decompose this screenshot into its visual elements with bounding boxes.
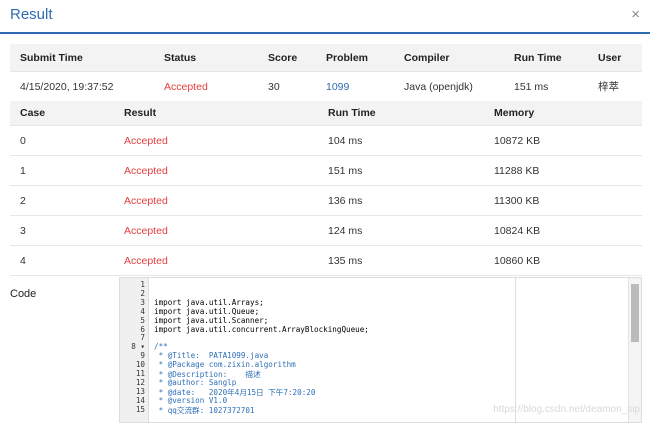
case-memory: 11288 KB bbox=[484, 155, 642, 186]
case-run-time: 136 ms bbox=[318, 185, 484, 216]
submission-header-row: Submit Time Status Score Problem Compile… bbox=[10, 44, 642, 72]
case-run-time: 135 ms bbox=[318, 245, 484, 276]
line-number: 13 bbox=[135, 386, 145, 396]
line-number: 14 bbox=[135, 395, 145, 405]
case-id: 1 bbox=[10, 155, 114, 186]
compiler: Java (openjdk) bbox=[394, 71, 504, 102]
code-line: * @version V1.0 bbox=[154, 395, 228, 405]
case-run-time: 151 ms bbox=[318, 155, 484, 186]
code-line: * @Title: PATA1099.java bbox=[154, 351, 269, 361]
case-id: 4 bbox=[10, 245, 114, 276]
table-row: 2 Accepted 136 ms 11300 KB bbox=[10, 185, 642, 216]
table-row: 4 Accepted 135 ms 10860 KB bbox=[10, 245, 642, 276]
line-number: 3 bbox=[140, 297, 145, 307]
case-result: Accepted bbox=[114, 125, 318, 156]
table-row: 1 Accepted 151 ms 11288 KB bbox=[10, 155, 642, 186]
line-number-gutter: 12345678 ▾ 9 10 11 12 13 14 15 bbox=[120, 278, 149, 422]
code-label: Code bbox=[10, 288, 37, 300]
line-number: 9 bbox=[140, 351, 145, 361]
line-number: 2 bbox=[140, 288, 145, 298]
case-run-time: 124 ms bbox=[318, 215, 484, 246]
code-line: import java.util.Arrays; bbox=[154, 297, 264, 307]
case-run-time: 104 ms bbox=[318, 125, 484, 156]
line-number: 1 bbox=[140, 280, 145, 289]
code-line: import java.util.Queue; bbox=[154, 306, 260, 316]
line-number: 10 bbox=[135, 360, 145, 370]
case-memory: 11300 KB bbox=[484, 185, 642, 216]
cases-table: Case Result Run Time Memory 0 Accepted 1… bbox=[10, 101, 642, 276]
header-case: Case bbox=[10, 101, 114, 126]
submission-row: 4/15/2020, 19:37:52 Accepted 30 1099 Jav… bbox=[10, 71, 642, 102]
code-line: import java.util.Scanner; bbox=[154, 315, 269, 325]
case-id: 0 bbox=[10, 125, 114, 156]
case-memory: 10824 KB bbox=[484, 215, 642, 246]
line-number: 5 bbox=[140, 315, 145, 325]
header-case-run-time: Run Time bbox=[318, 101, 484, 126]
score: 30 bbox=[258, 71, 316, 102]
header-result: Result bbox=[114, 101, 318, 126]
case-id: 3 bbox=[10, 215, 114, 246]
code-line: * @Package com.zixin.algorithm bbox=[154, 360, 296, 370]
table-row: 0 Accepted 104 ms 10872 KB bbox=[10, 125, 642, 156]
case-memory: 10860 KB bbox=[484, 245, 642, 276]
editor-scrollbar[interactable] bbox=[628, 278, 641, 422]
header-user: User bbox=[588, 44, 642, 72]
case-result: Accepted bbox=[114, 155, 318, 186]
dialog-header: Result × bbox=[0, 0, 650, 34]
case-memory: 10872 KB bbox=[484, 125, 642, 156]
dialog-title: Result bbox=[10, 6, 53, 23]
submission-table: Submit Time Status Score Problem Compile… bbox=[10, 44, 642, 102]
cases-header-row: Case Result Run Time Memory bbox=[10, 101, 642, 126]
table-row: 3 Accepted 124 ms 10824 KB bbox=[10, 215, 642, 246]
line-number: 8 ▾ bbox=[131, 342, 145, 352]
case-id: 2 bbox=[10, 185, 114, 216]
header-run-time: Run Time bbox=[504, 44, 588, 72]
case-result: Accepted bbox=[114, 215, 318, 246]
line-number: 4 bbox=[140, 306, 145, 316]
header-compiler: Compiler bbox=[394, 44, 504, 72]
case-result: Accepted bbox=[114, 245, 318, 276]
problem-link[interactable]: 1099 bbox=[316, 71, 394, 102]
code-editor[interactable]: 12345678 ▾ 9 10 11 12 13 14 15 import java.util… bbox=[119, 277, 642, 423]
header-problem: Problem bbox=[316, 44, 394, 72]
line-number: 15 bbox=[135, 404, 145, 414]
status-text: Accepted bbox=[154, 71, 258, 102]
scrollbar-thumb[interactable] bbox=[631, 284, 639, 342]
case-result: Accepted bbox=[114, 185, 318, 216]
line-number: 6 bbox=[140, 324, 145, 334]
watermark: https://blog.csdn.net/deamon_sip bbox=[493, 404, 640, 415]
print-margin bbox=[515, 278, 516, 422]
line-number: 11 bbox=[135, 369, 145, 378]
header-memory: Memory bbox=[484, 101, 642, 126]
line-number: 7 bbox=[140, 333, 145, 343]
run-time: 151 ms bbox=[504, 71, 588, 102]
code-line: /** bbox=[154, 342, 168, 352]
code-line: * @author: Sanglp bbox=[154, 377, 237, 387]
line-number: 12 bbox=[135, 377, 145, 387]
header-status: Status bbox=[154, 44, 258, 72]
code-line: import java.util.concurrent.ArrayBlockin… bbox=[154, 324, 369, 334]
close-icon[interactable]: × bbox=[631, 6, 640, 23]
code-line: * qq交流群: 1027372701 bbox=[154, 405, 255, 415]
user: 梓萃 bbox=[588, 71, 642, 102]
header-score: Score bbox=[258, 44, 316, 72]
submit-time: 4/15/2020, 19:37:52 bbox=[10, 71, 154, 102]
header-submit-time: Submit Time bbox=[10, 44, 154, 72]
